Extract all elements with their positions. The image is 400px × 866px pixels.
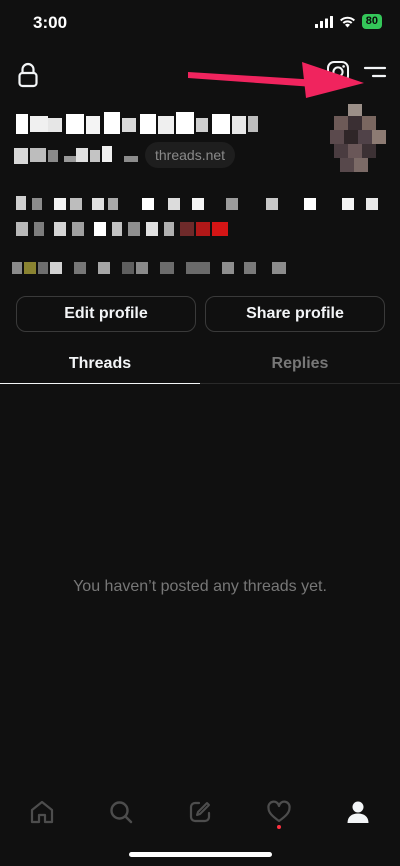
annotation-arrow	[188, 62, 364, 98]
empty-state-message: You haven’t posted any threads yet.	[73, 578, 327, 595]
bottom-navigation	[0, 790, 400, 840]
home-indicator[interactable]	[129, 852, 272, 857]
profile-icon	[347, 801, 369, 823]
edit-profile-button[interactable]: Edit profile	[16, 296, 196, 332]
share-profile-button[interactable]: Share profile	[205, 296, 385, 332]
status-time: 3:00	[33, 13, 68, 32]
search-icon	[110, 801, 133, 824]
compose-icon	[189, 801, 211, 823]
battery-indicator: 80	[361, 14, 382, 29]
privacy-lock-button[interactable]	[17, 62, 39, 88]
status-icons: 80	[314, 14, 382, 29]
threads-domain-chip[interactable]: threads.net	[145, 142, 236, 168]
status-bar: 3:00 80	[0, 0, 400, 48]
nav-search[interactable]	[99, 790, 143, 834]
heart-icon	[267, 800, 291, 823]
nav-compose[interactable]	[178, 790, 222, 834]
activity-notification-dot	[277, 825, 281, 829]
home-icon	[30, 800, 54, 824]
threads-profile-screen: 3:00 80 threads.net Edit profile Share p…	[0, 0, 400, 866]
nav-home[interactable]	[20, 790, 64, 834]
tab-threads[interactable]: Threads	[0, 346, 200, 384]
tab-replies[interactable]: Replies	[200, 346, 400, 384]
lock-icon	[18, 62, 38, 88]
signal-icon	[314, 15, 333, 28]
wifi-icon	[339, 16, 355, 27]
profile-avatar-pixelated[interactable]	[330, 104, 390, 176]
nav-profile[interactable]	[336, 790, 380, 834]
